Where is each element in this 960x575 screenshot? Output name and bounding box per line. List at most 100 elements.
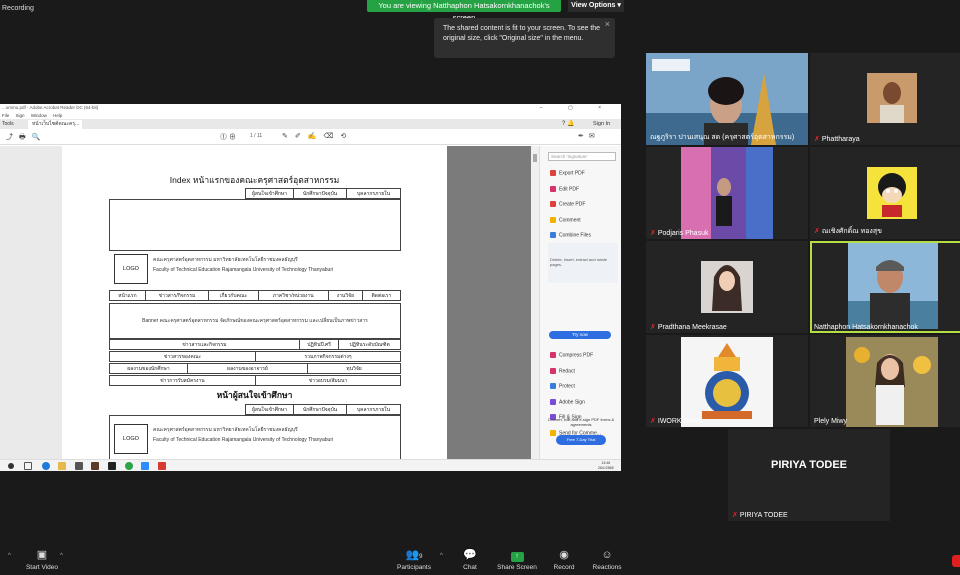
content-cell: ผลงานของนักศึกษา (109, 363, 188, 374)
audio-options-caret-icon[interactable]: ^ (8, 553, 11, 559)
participant-name-text: Podjaris Phasuk (657, 230, 709, 237)
close-icon[interactable]: × (605, 19, 610, 30)
participant-tile[interactable]: ✗ Phattharaya (810, 53, 960, 145)
link-cell: ผู้สนใจเข้าศึกษา (245, 188, 294, 199)
participant-name: Natthaphon Hatsakornkhanachok (814, 324, 918, 331)
tool-compress-pdf[interactable]: Compress PDF (550, 352, 593, 358)
acrobat-menu-bar: File Sign Window Help (0, 112, 621, 119)
participant-tile[interactable]: ✗ Pradthana Meekrasae (646, 241, 808, 333)
page-margin-right (447, 146, 531, 459)
save-print-search-icons[interactable]: ⤴🖶🔍 (6, 132, 46, 144)
shared-screen[interactable]: ...ommu.pdf - Adobe Acrobat Reader DC (6… (0, 104, 621, 471)
participant-tile[interactable]: ณฐภูริรา ปานเสนุณ สด (ครุศาสตร์อุตสาหกรร… (646, 53, 808, 145)
help-bell-icons[interactable]: ? 🔔 (562, 119, 574, 129)
tool-label: Protect (559, 383, 575, 390)
participant-tile[interactable]: Plely Miwy (810, 335, 960, 427)
organize-pages-info: Delete, insert, extract and rotate pages… (548, 243, 618, 283)
tool-redact[interactable]: Redact (550, 367, 575, 374)
tab-tools[interactable]: Tools (2, 119, 14, 129)
video-options-caret-icon[interactable]: ^ (60, 553, 63, 559)
content-table: ข่าวสารและกิจกรรม ปฏิทินปี.ศรี ปฏิทินระด… (109, 339, 401, 350)
annotation-icons[interactable]: ✎✐✍⌫⟲ (282, 132, 353, 140)
tool-icon (550, 232, 556, 238)
participant-name: ✗ ณเชิงศักดิ์ณ ทองสุข (814, 226, 882, 237)
participants-button[interactable]: 👥9 Participants (384, 548, 444, 571)
banner-box: Banner คณะครุศาสตร์อุตสาหกรรม จัดภักษณ์ข… (109, 303, 401, 339)
acrobat-icon[interactable] (158, 462, 166, 470)
menu-window[interactable]: Window (31, 113, 47, 118)
participant-name: ✗ PIRIYA TODEE (732, 511, 788, 519)
app-icon[interactable] (75, 462, 83, 470)
link-cell: บุคลากรภายใน (346, 404, 401, 415)
content-cell: ปฏิทินระดับบัณฑิต (338, 339, 401, 350)
search-icon[interactable] (24, 462, 32, 470)
tool-label: Create PDF (559, 201, 586, 208)
page-indicator[interactable]: 1 / 11 (250, 133, 262, 139)
pdf-page[interactable]: Index หน้าแรกของคณะครุศาสตร์อุตสาหกรรม ผ… (62, 146, 447, 459)
tool-adobe-sign[interactable]: Adobe Sign (550, 398, 585, 405)
tools-search-input[interactable]: Search 'Signature' (548, 152, 616, 161)
tool-icon (550, 383, 556, 389)
try-now-button[interactable]: Try now (549, 331, 611, 339)
app-icon[interactable] (108, 462, 116, 470)
taskbar-clock: 13:46 26/1/2565 (598, 461, 614, 471)
content-cell: ผลงานของอาจารย์ (187, 363, 308, 374)
reactions-icon: ☺ (601, 549, 613, 561)
tool-create-pdf[interactable]: Create PDF (550, 201, 585, 207)
reactions-label: Reactions (592, 564, 622, 571)
tool-label: Comment (559, 216, 581, 223)
start-icon[interactable] (8, 463, 14, 469)
tool-export-pdf[interactable]: Export PDF (550, 170, 585, 176)
participant-tile-active-speaker[interactable]: Natthaphon Hatsakornkhanachok (810, 241, 960, 333)
top-links-table: ผู้สนใจเข้าศึกษา นักศึกษาปัจจุบัน บุคลาก… (245, 188, 401, 199)
chrome-icon[interactable] (125, 462, 133, 470)
menu-sign[interactable]: Sign (16, 113, 25, 118)
participant-tile[interactable]: PIRIYA TODEE ✗ PIRIYA TODEE (728, 429, 890, 521)
scrollbar-thumb[interactable] (533, 154, 537, 162)
tool-comment[interactable]: Comment (550, 216, 581, 223)
participant-photo (701, 261, 753, 313)
participants-count: 9 (419, 554, 423, 560)
page-nav-icons[interactable]: ⓵ ⊕ (220, 132, 236, 142)
menu-file[interactable]: File (2, 113, 9, 118)
link-cell: นักศึกษาปัจจุบัน (293, 188, 347, 199)
faculty-name-th-2: คณะครุศาสตร์อุตสาหกรรม มหาวิทยาลัยเทคโนโ… (153, 427, 298, 433)
participant-photo (681, 337, 773, 427)
nav-cell: ติดต่อเรา (361, 290, 402, 301)
nav-cell: ข่าวสาร/กิจกรรม (144, 290, 210, 301)
start-video-button[interactable]: ▣ Start Video (12, 548, 72, 571)
window-controls[interactable]: – ▢ × (540, 104, 613, 112)
share-icons[interactable]: ✒✉ (578, 132, 600, 140)
sign-in-link[interactable]: Sign In (593, 119, 610, 129)
participant-tile[interactable]: ✗ Podjaris Phasuk (646, 147, 808, 239)
reactions-button[interactable]: ☺ Reactions (577, 548, 637, 571)
tool-icon (550, 398, 556, 405)
mic-muted-icon: ✗ (814, 228, 820, 235)
zoom-icon[interactable] (141, 462, 149, 470)
edge-icon[interactable] (42, 462, 50, 470)
tool-icon (550, 367, 556, 374)
participant-name: ✗ IWORK Rmutt (650, 417, 702, 425)
menu-help[interactable]: Help (53, 113, 62, 118)
mic-muted-icon: ✗ (650, 230, 656, 237)
logo-box-2: LOGO (114, 424, 148, 454)
view-options-button[interactable]: View Options ▾ (568, 0, 624, 12)
tool-edit-pdf[interactable]: Edit PDF (550, 185, 579, 192)
content-table: ข่าวการรับสมัครงาน ข่าวอบรม/สัมมนา (109, 375, 401, 386)
tool-combine-files[interactable]: Combine Files (550, 232, 591, 238)
participant-tile[interactable]: ✗ IWORK Rmutt (646, 335, 808, 427)
nav-cell: เกี่ยวกับคณะ (208, 290, 259, 301)
participant-video (848, 243, 938, 329)
tool-protect[interactable]: Protect (550, 383, 575, 389)
participant-tile[interactable]: ✗ ณเชิงศักดิ์ณ ทองสุข (810, 147, 960, 239)
nav-table: หน้าแรก ข่าวสาร/กิจกรรม เกี่ยวกับคณะ ภาค… (109, 290, 402, 301)
link-cell: บุคลากรภายใน (346, 188, 401, 199)
tab-document[interactable]: หน้าเว็บไซต์คณะครุ... × (28, 120, 82, 136)
app-icon[interactable] (91, 462, 99, 470)
vertical-scrollbar[interactable] (531, 146, 539, 459)
free-trial-button[interactable]: Free 7-Day Trial (556, 435, 606, 445)
organize-desc: Delete, insert, extract and rotate pages… (550, 257, 607, 267)
viewing-screen-banner: You are viewing Natthaphon Hatsakornkhan… (367, 0, 561, 22)
end-meeting-edge[interactable] (952, 555, 960, 567)
folder-icon[interactable] (58, 462, 66, 470)
